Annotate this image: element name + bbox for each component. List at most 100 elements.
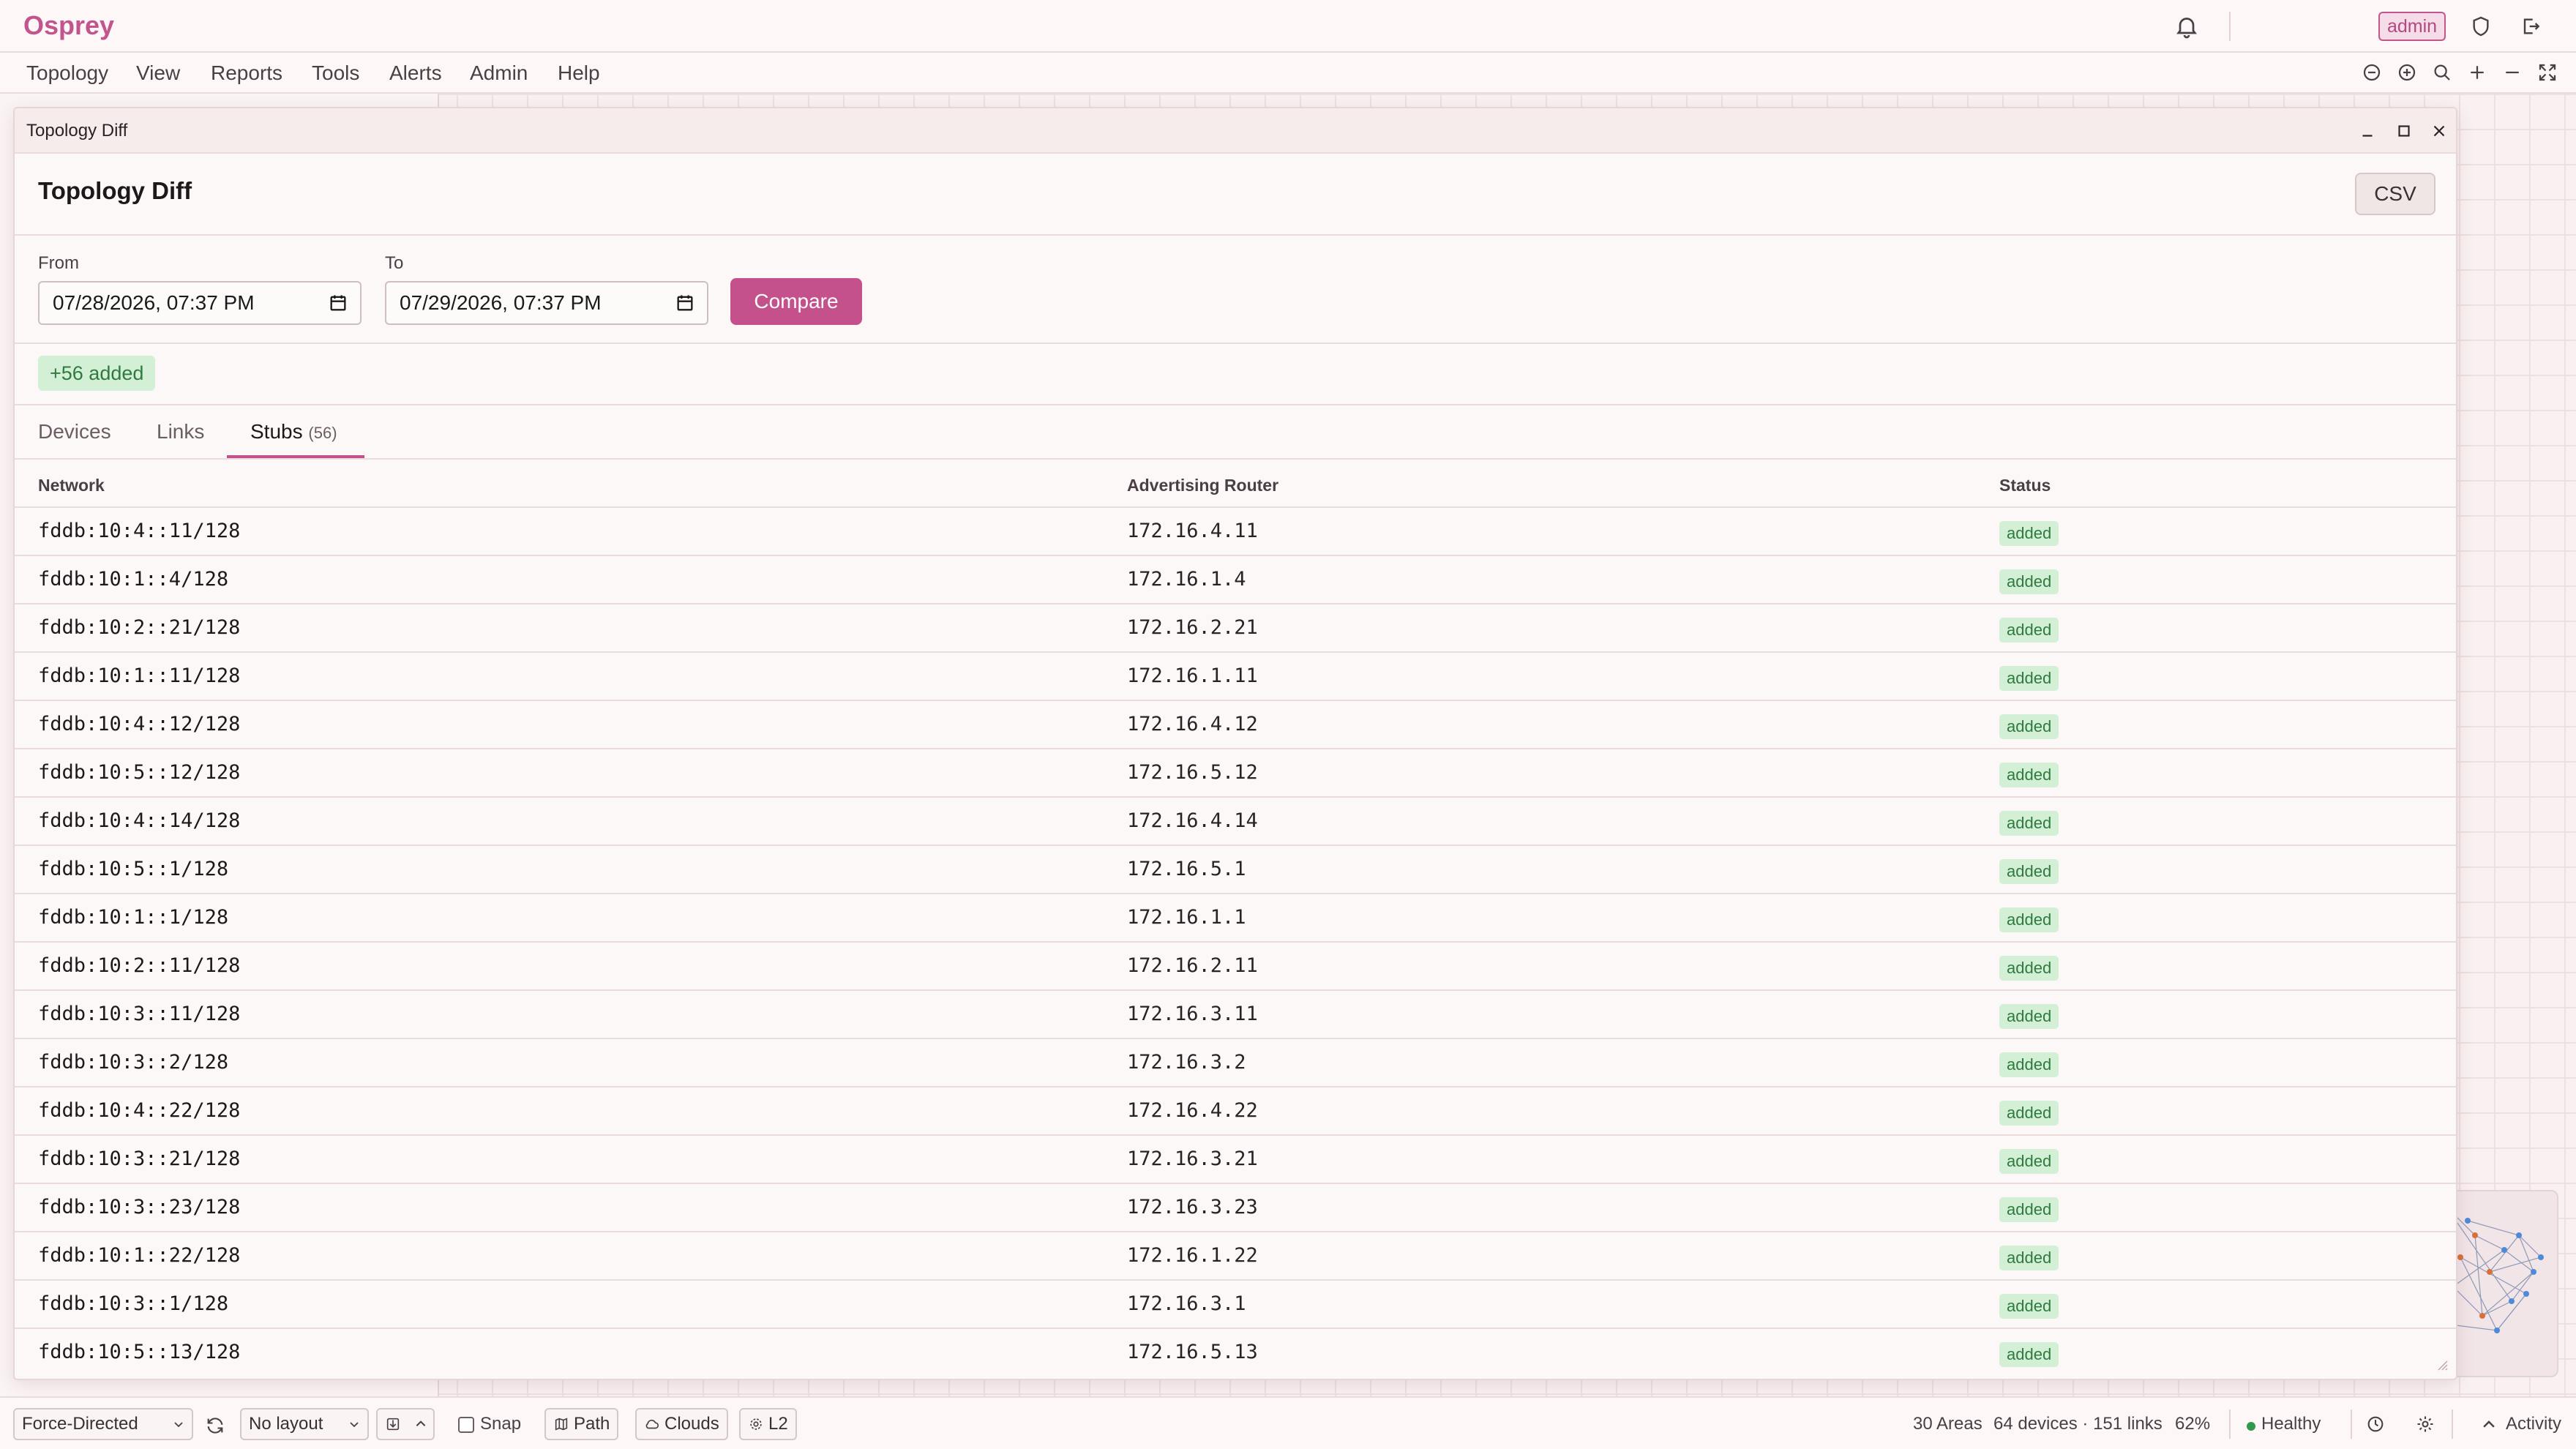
user-badge[interactable]: admin — [2378, 12, 2446, 41]
calendar-icon[interactable] — [675, 293, 695, 313]
saved-layout-select[interactable]: No layout — [240, 1408, 369, 1440]
menu-topology[interactable]: Topology — [26, 61, 108, 85]
table-row[interactable]: fddb:10:4::14/128 172.16.4.14 added — [15, 796, 2456, 845]
path-button[interactable]: Path — [544, 1408, 619, 1440]
shield-icon[interactable] — [2469, 15, 2493, 38]
table-row[interactable]: fddb:10:3::23/128 172.16.3.23 added — [15, 1183, 2456, 1231]
router-cell: 172.16.1.1 — [1127, 906, 1246, 929]
logout-icon[interactable] — [2519, 15, 2542, 38]
chevron-up-icon[interactable] — [414, 1418, 427, 1431]
network-cell: fddb:10:4::11/128 — [38, 520, 241, 542]
status-badge: added — [1999, 521, 2059, 546]
router-cell: 172.16.4.14 — [1127, 809, 1258, 832]
router-cell: 172.16.4.12 — [1127, 713, 1258, 735]
tab-devices[interactable]: Devices — [38, 420, 111, 443]
table-row[interactable]: fddb:10:2::21/128 172.16.2.21 added — [15, 603, 2456, 651]
menu-help[interactable]: Help — [558, 61, 600, 85]
table-row[interactable]: fddb:10:3::2/128 172.16.3.2 added — [15, 1038, 2456, 1086]
status-badge: added — [1999, 714, 2059, 739]
column-header-router[interactable]: Advertising Router — [1127, 476, 1278, 495]
compare-button[interactable]: Compare — [730, 278, 862, 325]
table-row[interactable]: fddb:10:4::22/128 172.16.4.22 added — [15, 1086, 2456, 1134]
layout-algorithm-select[interactable]: Force-Directed — [13, 1408, 193, 1440]
table-row[interactable]: fddb:10:3::21/128 172.16.3.21 added — [15, 1134, 2456, 1183]
table-row[interactable]: fddb:10:1::1/128 172.16.1.1 added — [15, 893, 2456, 941]
l2-label: L2 — [768, 1414, 788, 1434]
router-cell: 172.16.2.21 — [1127, 616, 1258, 639]
saved-layout-value: No layout — [249, 1414, 323, 1434]
health-indicator — [2247, 1422, 2255, 1431]
top-header: Osprey admin — [0, 0, 2576, 53]
tab-stubs[interactable]: Stubs (56) — [250, 420, 337, 443]
header-divider — [2229, 12, 2231, 41]
status-badge: added — [1999, 618, 2059, 643]
table-row[interactable]: fddb:10:1::11/128 172.16.1.11 added — [15, 651, 2456, 700]
refresh-icon[interactable] — [205, 1415, 225, 1436]
table-row[interactable]: fddb:10:5::1/128 172.16.5.1 added — [15, 845, 2456, 893]
minimize-icon[interactable] — [2358, 121, 2377, 141]
from-datetime-value: 07/28/2026, 07:37 PM — [53, 291, 255, 314]
to-label: To — [385, 253, 404, 273]
menu-alerts[interactable]: Alerts — [389, 61, 442, 85]
table-row[interactable]: fddb:10:3::11/128 172.16.3.11 added — [15, 989, 2456, 1038]
clouds-button[interactable]: Clouds — [635, 1408, 728, 1440]
column-header-status[interactable]: Status — [1999, 476, 2051, 495]
chevron-up-icon[interactable] — [2481, 1417, 2497, 1433]
table-row[interactable]: fddb:10:2::11/128 172.16.2.11 added — [15, 941, 2456, 989]
menu-reports[interactable]: Reports — [211, 61, 282, 85]
status-badge: added — [1999, 666, 2059, 691]
csv-export-button[interactable]: CSV — [2355, 173, 2435, 215]
cloud-icon — [645, 1419, 659, 1429]
save-icon[interactable] — [385, 1416, 401, 1432]
network-cell: fddb:10:1::22/128 — [38, 1244, 241, 1267]
status-badge: added — [1999, 1004, 2059, 1029]
maximize-icon[interactable] — [2395, 121, 2414, 141]
plus-icon[interactable] — [2466, 61, 2488, 83]
close-icon[interactable] — [2430, 121, 2449, 141]
table-row[interactable]: fddb:10:4::11/128 172.16.4.11 added — [15, 506, 2456, 555]
resize-grip-icon[interactable] — [2434, 1357, 2449, 1371]
health-status[interactable]: Healthy — [2261, 1414, 2321, 1434]
clock-icon[interactable] — [2365, 1414, 2386, 1434]
router-cell: 172.16.5.13 — [1127, 1341, 1258, 1363]
status-badge: added — [1999, 956, 2059, 981]
minus-icon[interactable] — [2501, 61, 2523, 83]
chevron-down-icon — [174, 1422, 183, 1428]
column-header-network[interactable]: Network — [38, 476, 105, 495]
bell-icon[interactable] — [2174, 13, 2200, 40]
gear-icon[interactable] — [2415, 1414, 2435, 1434]
dialog-titlebar[interactable]: Topology Diff — [15, 108, 2456, 154]
table-row[interactable]: fddb:10:5::12/128 172.16.5.12 added — [15, 748, 2456, 796]
gear-icon — [750, 1418, 762, 1430]
zoom-out-icon[interactable] — [2361, 61, 2383, 83]
tab-stubs-label: Stubs — [250, 420, 303, 443]
l2-button[interactable]: L2 — [739, 1408, 797, 1440]
activity-toggle[interactable]: Activity — [2506, 1414, 2561, 1434]
snap-label[interactable]: Snap — [480, 1414, 521, 1434]
table-row[interactable]: fddb:10:3::1/128 172.16.3.1 added — [15, 1279, 2456, 1328]
calendar-icon[interactable] — [328, 293, 348, 313]
to-datetime-input[interactable]: 07/29/2026, 07:37 PM — [385, 281, 708, 325]
menu-tools[interactable]: Tools — [312, 61, 359, 85]
snap-checkbox[interactable] — [458, 1417, 474, 1433]
table-row[interactable]: fddb:10:1::4/128 172.16.1.4 added — [15, 555, 2456, 603]
fullscreen-icon[interactable] — [2536, 61, 2558, 83]
chevron-down-icon — [350, 1422, 359, 1428]
search-icon[interactable] — [2431, 61, 2453, 83]
brand-logo[interactable]: Osprey — [23, 10, 114, 41]
status-divider — [2351, 1409, 2352, 1439]
menu-admin[interactable]: Admin — [470, 61, 528, 85]
table-row[interactable]: fddb:10:4::12/128 172.16.4.12 added — [15, 700, 2456, 748]
layout-algorithm-value: Force-Directed — [22, 1414, 138, 1434]
router-cell: 172.16.1.11 — [1127, 664, 1258, 687]
table-row[interactable]: fddb:10:5::13/128 172.16.5.13 added — [15, 1328, 2456, 1376]
table-row[interactable]: fddb:10:1::22/128 172.16.1.22 added — [15, 1231, 2456, 1279]
from-datetime-input[interactable]: 07/28/2026, 07:37 PM — [38, 281, 362, 325]
menu-view[interactable]: View — [136, 61, 180, 85]
tab-links[interactable]: Links — [157, 420, 204, 443]
zoom-in-icon[interactable] — [2396, 61, 2418, 83]
zoom-level: 62% — [2175, 1414, 2211, 1434]
status-badge: added — [1999, 907, 2059, 932]
network-cell: fddb:10:1::11/128 — [38, 664, 241, 687]
router-cell: 172.16.5.1 — [1127, 858, 1246, 880]
